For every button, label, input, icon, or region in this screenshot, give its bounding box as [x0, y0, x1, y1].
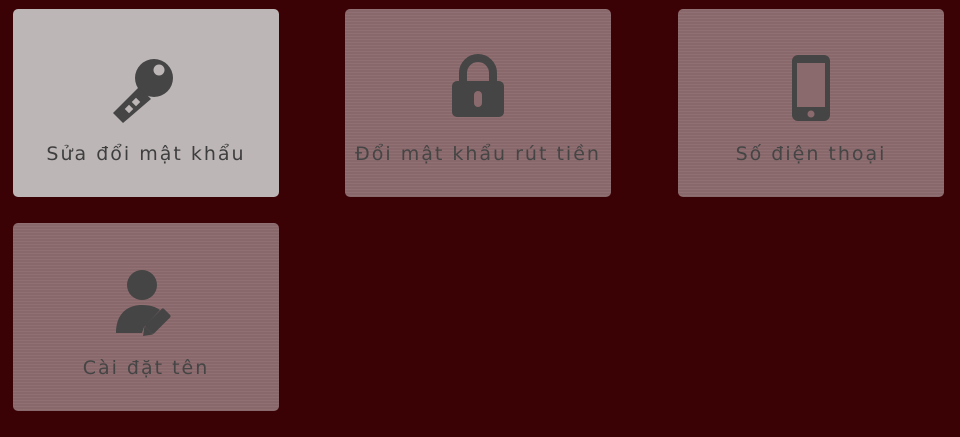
settings-menu-grid: Sửa đổi mật khẩu Đổi mật khẩu rút tiền S…: [13, 9, 944, 412]
phone-number-card[interactable]: Số điện thoại: [678, 9, 944, 197]
lock-icon: [448, 53, 508, 123]
key-icon: [111, 53, 181, 123]
set-name-label: Cài đặt tên: [82, 357, 210, 379]
change-withdraw-password-label: Đổi mật khẩu rút tiền: [355, 143, 601, 165]
set-name-card[interactable]: Cài đặt tên: [13, 223, 279, 411]
change-password-card[interactable]: Sửa đổi mật khẩu: [13, 9, 279, 197]
change-password-label: Sửa đổi mật khẩu: [46, 143, 246, 165]
phone-icon: [789, 53, 833, 123]
change-withdraw-password-card[interactable]: Đổi mật khẩu rút tiền: [345, 9, 611, 197]
phone-number-label: Số điện thoại: [735, 143, 887, 165]
user-edit-icon: [114, 267, 178, 337]
